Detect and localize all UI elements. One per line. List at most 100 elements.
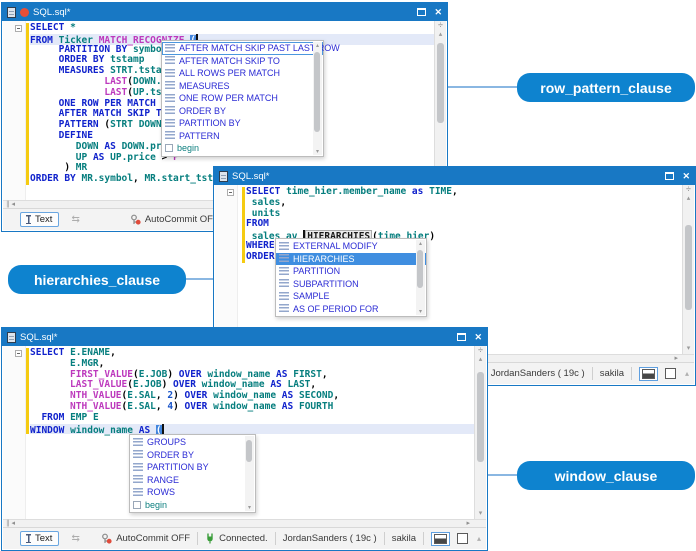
template-list-icon <box>165 106 175 116</box>
monitor-icon <box>641 368 655 379</box>
completion-scrollbar[interactable] <box>416 240 425 315</box>
completion-item[interactable]: PARTITION BY <box>162 117 323 130</box>
completion-item[interactable]: ONE ROW PER MATCH <box>162 92 323 105</box>
grid-view-toggle[interactable] <box>664 368 676 379</box>
close-button[interactable] <box>682 172 690 181</box>
scroll-left-icon[interactable] <box>6 200 17 208</box>
scroll-thumb[interactable] <box>437 43 444 123</box>
template-list-icon <box>165 118 175 128</box>
autocommit-toggle[interactable]: AutoCommit OFF <box>101 533 190 544</box>
scroll-thumb[interactable] <box>685 225 692 310</box>
completion-item-label: ROWS <box>147 487 175 498</box>
completion-item[interactable]: HIERARCHIES <box>276 252 426 265</box>
collapse-panel-icon[interactable] <box>477 534 481 543</box>
completion-item[interactable]: ROWS <box>130 486 255 499</box>
editor-view-toggle[interactable] <box>638 366 658 381</box>
autocommit-label: AutoCommit OFF <box>144 214 219 225</box>
completion-item[interactable]: begin <box>162 142 323 155</box>
text-view-toggle-button[interactable]: Text <box>20 531 60 546</box>
editor-view-toggle[interactable] <box>430 531 450 546</box>
window-titlebar[interactable]: SQL.sql* <box>2 328 487 346</box>
plug-icon <box>207 533 213 544</box>
close-button[interactable] <box>474 333 482 342</box>
scroll-down-icon[interactable] <box>416 308 425 315</box>
completion-item[interactable]: RANGE <box>130 474 255 487</box>
editor-gutter <box>3 346 26 519</box>
code-line: WINDOW window_name AS ( <box>30 423 474 436</box>
code-line: SELECT * <box>30 22 76 33</box>
scroll-left-icon[interactable] <box>6 519 17 527</box>
callout-connector-line <box>448 86 517 88</box>
template-list-icon <box>279 254 289 264</box>
scroll-up-icon[interactable] <box>683 195 694 202</box>
completion-scrollbar[interactable] <box>245 436 254 511</box>
scroll-thumb[interactable] <box>314 52 320 132</box>
scroll-right-icon[interactable] <box>466 519 470 527</box>
code-line: SELECT time_hier.member_name as TIME, <box>246 186 458 197</box>
grid-view-toggle[interactable] <box>456 533 468 544</box>
completion-popup: AFTER MATCH SKIP PAST LAST ROW AFTER MATC… <box>161 40 340 157</box>
vertical-scrollbar[interactable] <box>474 346 486 519</box>
completion-item-label: HIERARCHIES <box>293 253 355 264</box>
completion-item[interactable]: AFTER MATCH SKIP TO <box>162 55 323 68</box>
scroll-down-icon[interactable] <box>683 345 694 352</box>
editor-split-handle-icon[interactable] <box>683 185 694 194</box>
scroll-thumb[interactable] <box>417 250 423 288</box>
maximize-button[interactable] <box>665 172 675 180</box>
scroll-up-icon[interactable] <box>435 31 446 38</box>
window-titlebar[interactable]: SQL.sql* <box>214 167 695 185</box>
fold-toggle-icon[interactable] <box>15 350 22 357</box>
vertical-scrollbar[interactable] <box>682 185 694 354</box>
completion-item[interactable]: GROUPS <box>130 436 255 449</box>
collapse-panel-icon[interactable] <box>685 369 689 378</box>
horizontal-scrollbar[interactable] <box>3 519 486 527</box>
completion-item[interactable]: ORDER BY <box>130 449 255 462</box>
completion-item[interactable]: PATTERN <box>162 130 323 143</box>
completion-scrollbar[interactable] <box>313 42 322 155</box>
transpose-icon[interactable] <box>71 533 79 544</box>
text-cursor-icon <box>25 215 32 224</box>
fold-toggle-icon[interactable] <box>227 189 234 196</box>
completion-item-label: PATTERN <box>179 130 220 141</box>
maximize-button[interactable] <box>417 8 427 16</box>
autocommit-toggle[interactable]: AutoCommit OFF <box>130 214 219 225</box>
completion-item-label: SUBPARTITION <box>293 278 359 289</box>
fold-toggle-icon[interactable] <box>15 25 22 32</box>
scroll-right-icon[interactable] <box>674 354 678 362</box>
scroll-thumb[interactable] <box>477 372 484 462</box>
completion-item[interactable]: SUBPARTITION <box>276 278 426 291</box>
template-list-icon <box>279 279 289 289</box>
completion-item[interactable]: MEASURES <box>162 80 323 93</box>
completion-item[interactable]: AS OF PERIOD FOR <box>276 303 426 316</box>
scroll-down-icon[interactable] <box>245 504 254 511</box>
database-selector[interactable]: sakila <box>600 368 624 379</box>
scroll-down-icon[interactable] <box>313 148 322 155</box>
completion-item-label: ONE ROW PER MATCH <box>179 93 278 104</box>
completion-item[interactable]: ALL ROWS PER MATCH <box>162 67 323 80</box>
scroll-up-icon[interactable] <box>313 42 322 49</box>
sql-file-icon <box>7 331 16 343</box>
completion-item[interactable]: EXTERNAL MODIFY <box>276 240 426 253</box>
scroll-up-icon[interactable] <box>416 240 425 247</box>
scroll-up-icon[interactable] <box>475 356 486 363</box>
completion-item[interactable]: begin <box>130 499 255 512</box>
scroll-thumb[interactable] <box>246 440 252 462</box>
completion-item[interactable]: ORDER BY <box>162 105 323 118</box>
close-button[interactable] <box>434 8 442 17</box>
window-titlebar[interactable]: SQL.sql* <box>2 3 447 21</box>
transpose-icon[interactable] <box>71 214 79 225</box>
editor-split-handle-icon[interactable] <box>475 346 486 355</box>
status-bar: Text AutoCommit OFF Connected. JordanSan… <box>3 527 486 549</box>
completion-item[interactable]: SAMPLE <box>276 290 426 303</box>
editor-split-handle-icon[interactable] <box>435 21 446 30</box>
connection-user-selector[interactable]: JordanSanders ( 19c ) <box>491 368 585 379</box>
completion-item[interactable]: PARTITION BY <box>130 461 255 474</box>
database-selector[interactable]: sakila <box>392 533 416 544</box>
callout-label: hierarchies_clause <box>33 271 161 288</box>
completion-item[interactable]: AFTER MATCH SKIP PAST LAST ROW <box>162 42 340 55</box>
connection-user-selector[interactable]: JordanSanders ( 19c ) <box>283 533 377 544</box>
maximize-button[interactable] <box>457 333 467 341</box>
text-view-toggle-button[interactable]: Text <box>20 212 60 227</box>
scroll-down-icon[interactable] <box>475 510 486 517</box>
completion-item[interactable]: PARTITION <box>276 265 426 278</box>
